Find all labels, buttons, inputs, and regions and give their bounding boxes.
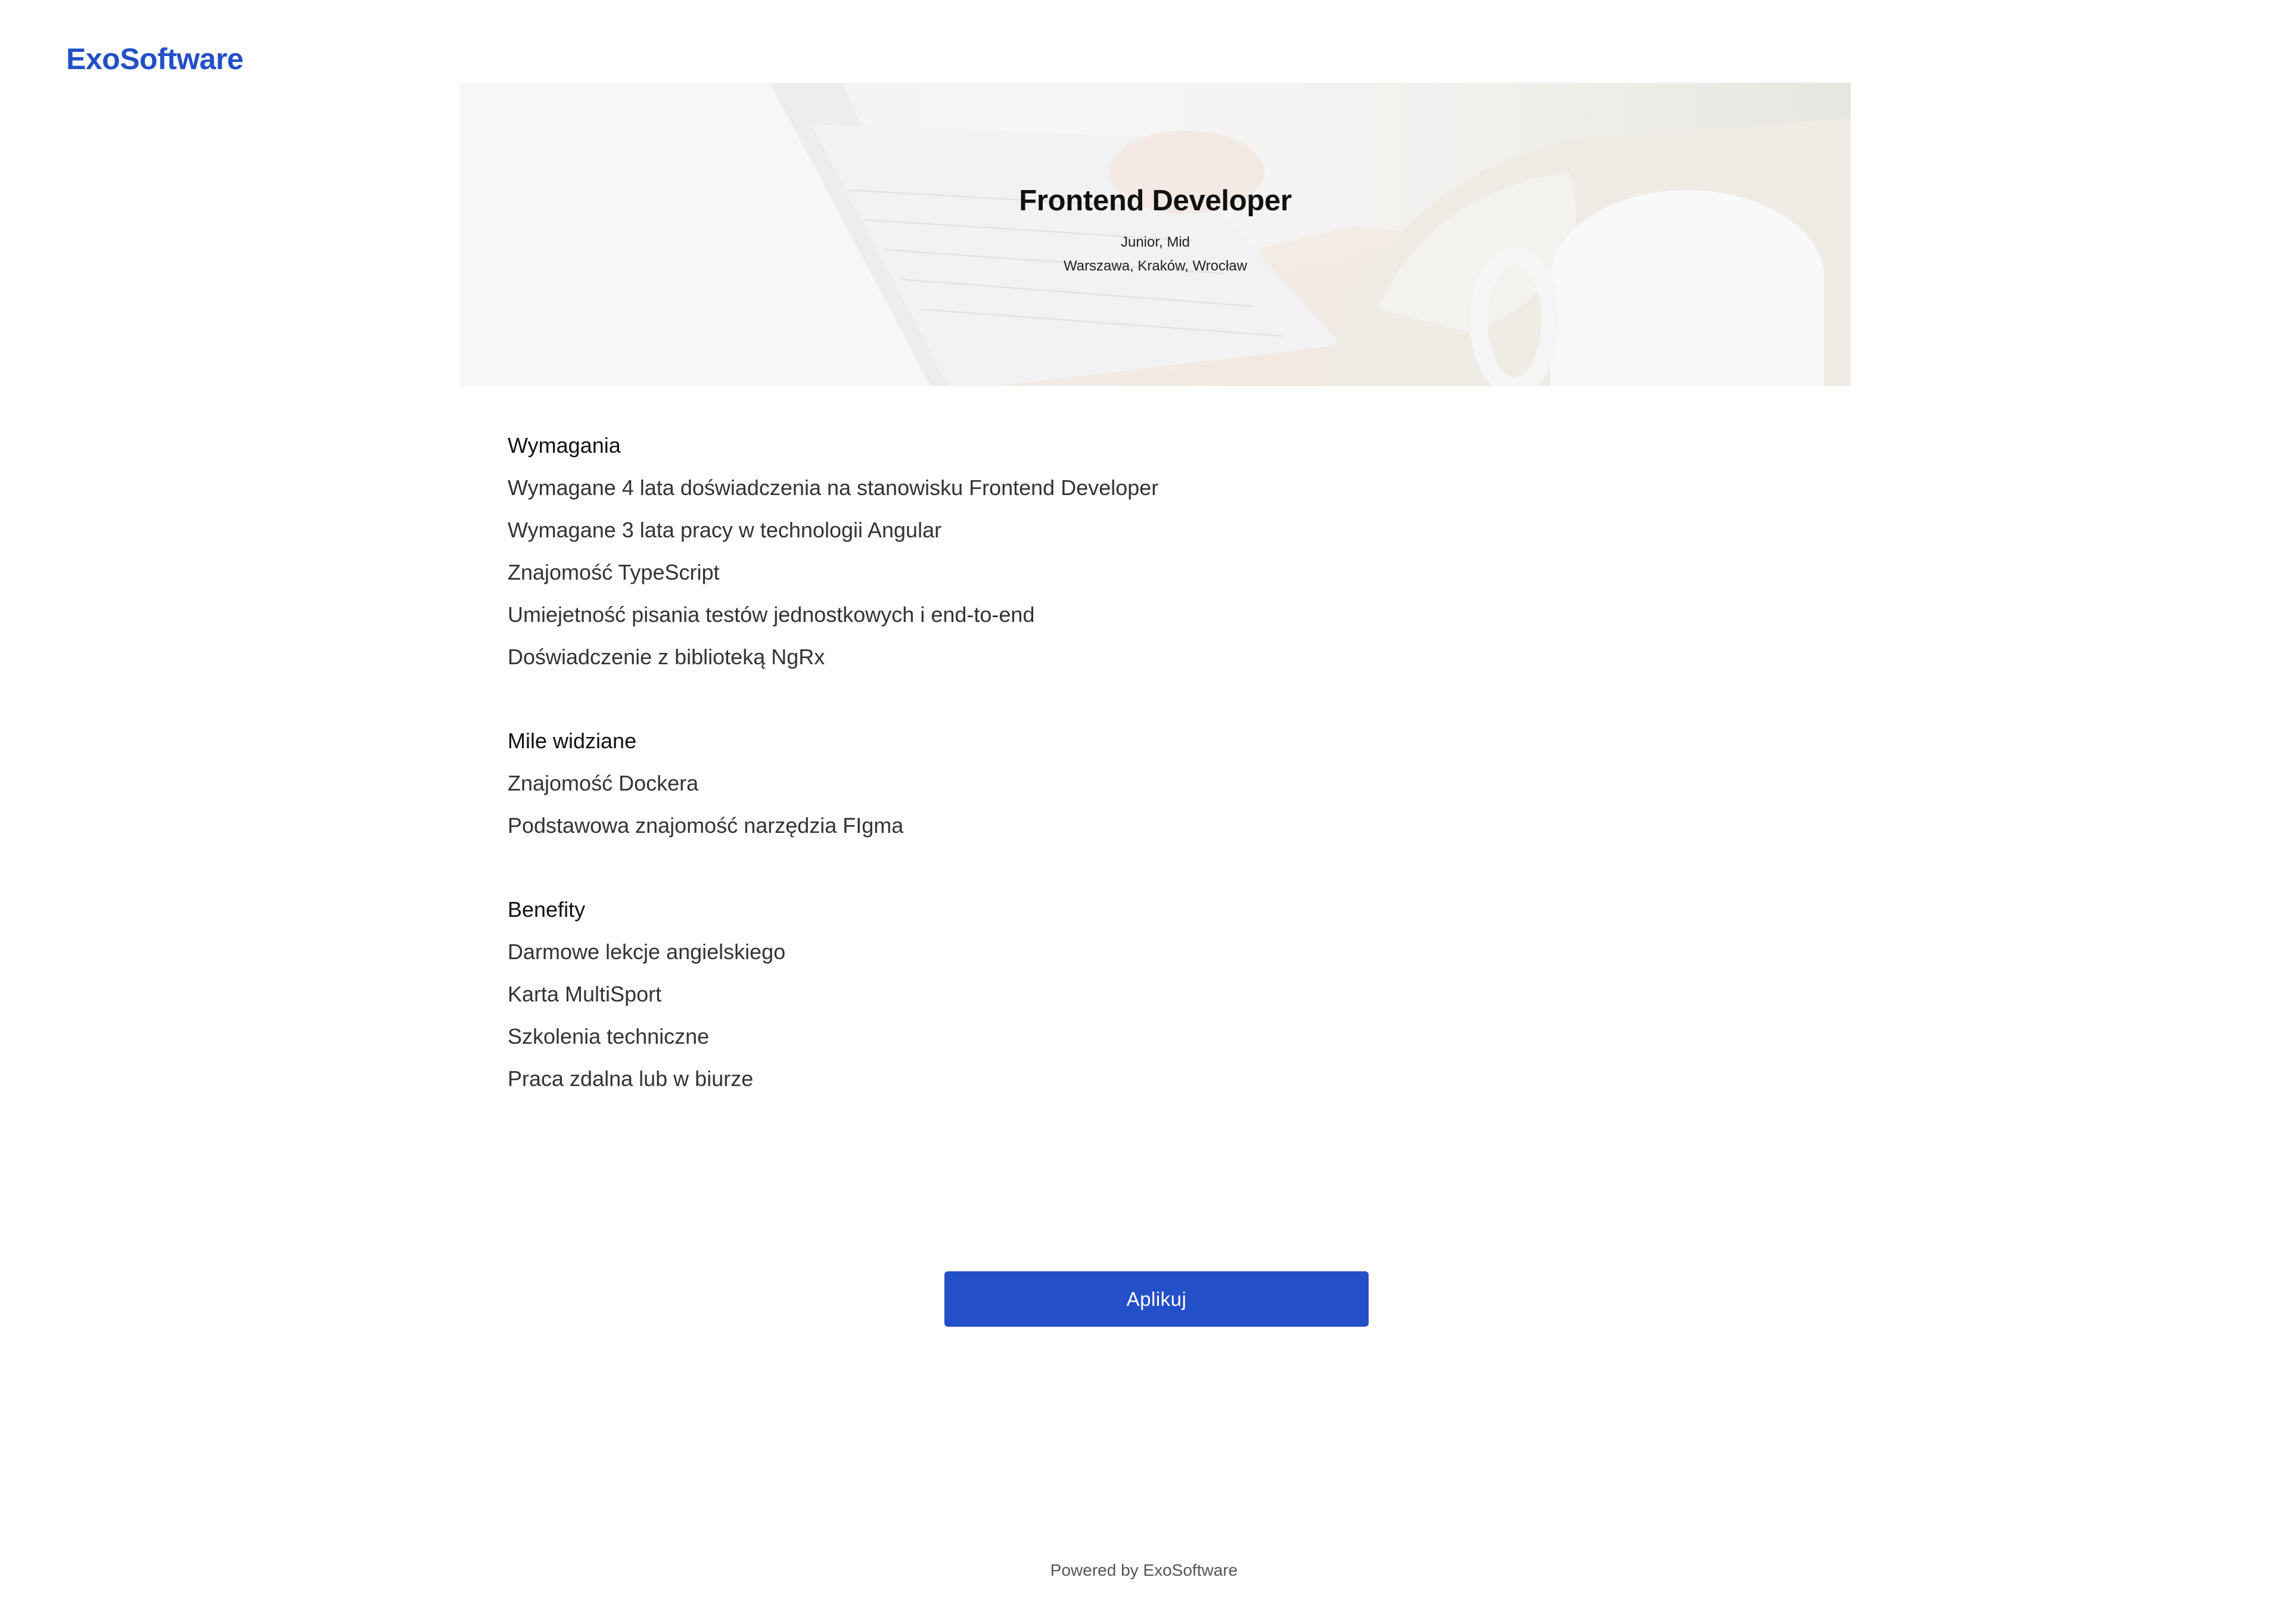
list-item: Znajomość TypeScript (508, 560, 720, 584)
list-item: Karta MultiSport (508, 982, 662, 1006)
job-locations: Warszawa, Kraków, Wrocław (1063, 258, 1248, 274)
logo[interactable]: ExoSoftware (66, 42, 244, 76)
hero-banner: Frontend Developer Junior, Mid Warszawa,… (460, 83, 1851, 386)
list-item: Darmowe lekcje angielskiego (508, 939, 786, 964)
job-description: Wymagania Wymagane 4 lata doświadczenia … (508, 430, 1818, 1147)
list-item: Doświadczenie z biblioteką NgRx (508, 645, 825, 669)
section-title: Wymagania (508, 433, 621, 458)
section-title: Mile widziane (508, 729, 637, 753)
section-requirements: Wymagania Wymagane 4 lata doświadczenia … (508, 430, 1818, 684)
list-item: Wymagane 3 lata pracy w technologii Angu… (508, 518, 942, 542)
list-item: Znajomość Dockera (508, 771, 699, 795)
section-nice-to-have: Mile widziane Znajomość Dockera Podstawo… (508, 726, 1818, 853)
apply-button[interactable]: Aplikuj (944, 1271, 1369, 1327)
job-offer-page: ExoSoftware Frontend Developer Junior, M… (0, 0, 2288, 1624)
hero-text: Frontend Developer Junior, Mid Warszawa,… (460, 184, 1851, 278)
list-item: Praca zdalna lub w biurze (508, 1066, 754, 1091)
job-level: Junior, Mid (1120, 234, 1190, 250)
list-item: Umiejetność pisania testów jednostkowych… (508, 602, 1035, 627)
list-item: Szkolenia techniczne (508, 1024, 710, 1049)
footer-powered-by: Powered by ExoSoftware (1050, 1561, 1238, 1579)
section-title: Benefity (508, 897, 586, 922)
section-benefits: Benefity Darmowe lekcje angielskiego Kar… (508, 894, 1818, 1106)
job-title: Frontend Developer (1019, 185, 1292, 217)
list-item: Podstawowa znajomość narzędzia FIgma (508, 813, 904, 838)
list-item: Wymagane 4 lata doświadczenia na stanowi… (508, 475, 1159, 500)
